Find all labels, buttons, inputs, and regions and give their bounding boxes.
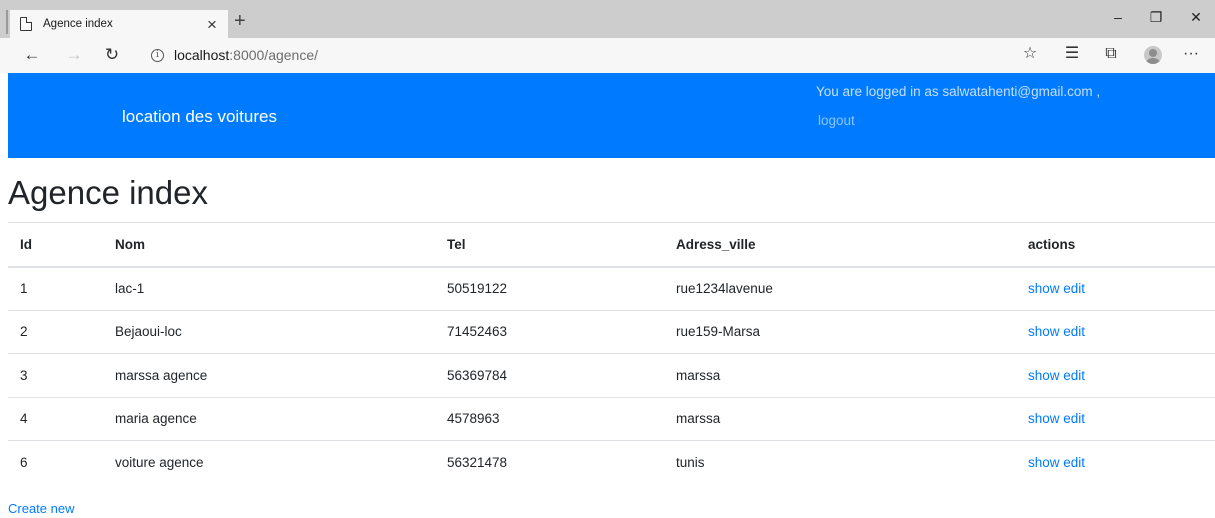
browser-tab[interactable]: Agence index × [10, 10, 228, 38]
url-field[interactable]: localhost:8000/agence/ [174, 47, 318, 63]
cell-tel: 56321478 [435, 440, 664, 484]
show-link[interactable]: show [1028, 455, 1060, 470]
cell-nom: Bejaoui-loc [103, 309, 435, 354]
tab-edge [6, 10, 8, 34]
cell-id: 1 [20, 281, 28, 296]
cell-tel: 50519122 [447, 281, 508, 296]
cell-nom: lac-1 [115, 281, 145, 296]
edit-link[interactable]: edit [1063, 455, 1085, 470]
cell-adress-ville: rue159-Marsa [664, 309, 1016, 354]
show-link[interactable]: show [1028, 411, 1060, 426]
cell-adress-ville: marssa [664, 396, 1016, 441]
cell-actions: show edit [1016, 440, 1215, 484]
cell-tel: 56369784 [435, 353, 664, 397]
cell-id: 4 [8, 396, 103, 441]
tab-title: Agence index [43, 18, 113, 30]
table-row: 4 maria agence 4578963 marssa show edit [8, 396, 1215, 441]
show-link[interactable]: show [1028, 281, 1060, 296]
cell-adress-ville: tunis [664, 440, 1016, 484]
new-tab-icon[interactable]: + [234, 11, 246, 31]
edit-link[interactable]: edit [1063, 368, 1085, 383]
cell-actions: show edit [1016, 309, 1215, 354]
profile-avatar-icon[interactable] [1144, 46, 1162, 64]
page-title: Agence index [8, 174, 208, 211]
app-navbar: location des voitures You are logged in … [8, 73, 1215, 158]
address-bar: ← → ↻ i localhost:8000/agence/ ☆ ☰ ⧉ ··· [0, 38, 1215, 73]
tab-close-icon[interactable]: × [202, 16, 222, 33]
edit-link[interactable]: edit [1063, 411, 1085, 426]
header-id: Id [8, 222, 103, 268]
header-nom: Nom [103, 222, 435, 268]
cell-nom: voiture agence [103, 440, 435, 484]
header-adress-ville: Adress_ville [664, 222, 1016, 268]
edit-link[interactable]: edit [1063, 281, 1085, 296]
edit-link[interactable]: edit [1063, 324, 1085, 339]
cell-id: 3 [8, 353, 103, 397]
agence-table: Id Nom Tel Adress_ville actions 1 lac-1 … [8, 222, 1215, 484]
header-tel: Tel [435, 222, 664, 268]
close-window-icon[interactable]: ✕ [1181, 10, 1211, 24]
cell-adress-ville: marssa [664, 353, 1016, 397]
url-host: localhost [174, 47, 230, 63]
show-link[interactable]: show [1028, 368, 1060, 383]
cell-actions: show edit [1016, 396, 1215, 441]
navbar-brand[interactable]: location des voitures [122, 107, 277, 127]
minimize-icon[interactable]: – [1103, 10, 1133, 24]
cell-nom: maria agence [103, 396, 435, 441]
table-row: 2 Bejaoui-loc 71452463 rue159-Marsa show… [8, 309, 1215, 354]
page-icon [20, 17, 32, 31]
back-icon[interactable]: ← [22, 46, 42, 63]
table-row: 1 lac-1 50519122 rue1234lavenue show edi… [8, 267, 1215, 311]
create-new-link[interactable]: Create new [8, 501, 74, 516]
cell-tel: 71452463 [435, 309, 664, 354]
url-path: :8000/agence/ [229, 47, 319, 63]
cell-id: 2 [8, 309, 103, 354]
cell-actions: show edit [1016, 353, 1215, 397]
cell-adress-ville: rue1234lavenue [676, 281, 773, 296]
favorite-star-icon[interactable]: ☆ [1019, 46, 1041, 62]
collections-icon[interactable]: ⧉ [1100, 46, 1122, 62]
table-header-row: Id Nom Tel Adress_ville actions [8, 222, 1215, 268]
show-link[interactable]: show [1028, 324, 1060, 339]
cell-actions: show edit [1016, 267, 1215, 311]
logged-in-text: You are logged in as salwatahenti@gmail.… [816, 84, 1101, 99]
restore-icon[interactable]: ❐ [1141, 10, 1171, 24]
logout-link[interactable]: logout [818, 113, 855, 128]
favorites-list-icon[interactable]: ☰ [1061, 46, 1083, 62]
refresh-icon[interactable]: ↻ [102, 46, 122, 63]
more-menu-icon[interactable]: ··· [1180, 46, 1202, 62]
cell-tel: 4578963 [435, 396, 664, 441]
site-info-icon[interactable]: i [151, 49, 164, 62]
forward-icon[interactable]: → [64, 46, 84, 63]
header-actions: actions [1016, 222, 1215, 268]
cell-id: 6 [8, 440, 103, 484]
browser-tabstrip: Agence index × + – ❐ ✕ [0, 0, 1215, 38]
cell-nom: marssa agence [103, 353, 435, 397]
table-row: 3 marssa agence 56369784 marssa show edi… [8, 353, 1215, 397]
table-row: 6 voiture agence 56321478 tunis show edi… [8, 440, 1215, 484]
